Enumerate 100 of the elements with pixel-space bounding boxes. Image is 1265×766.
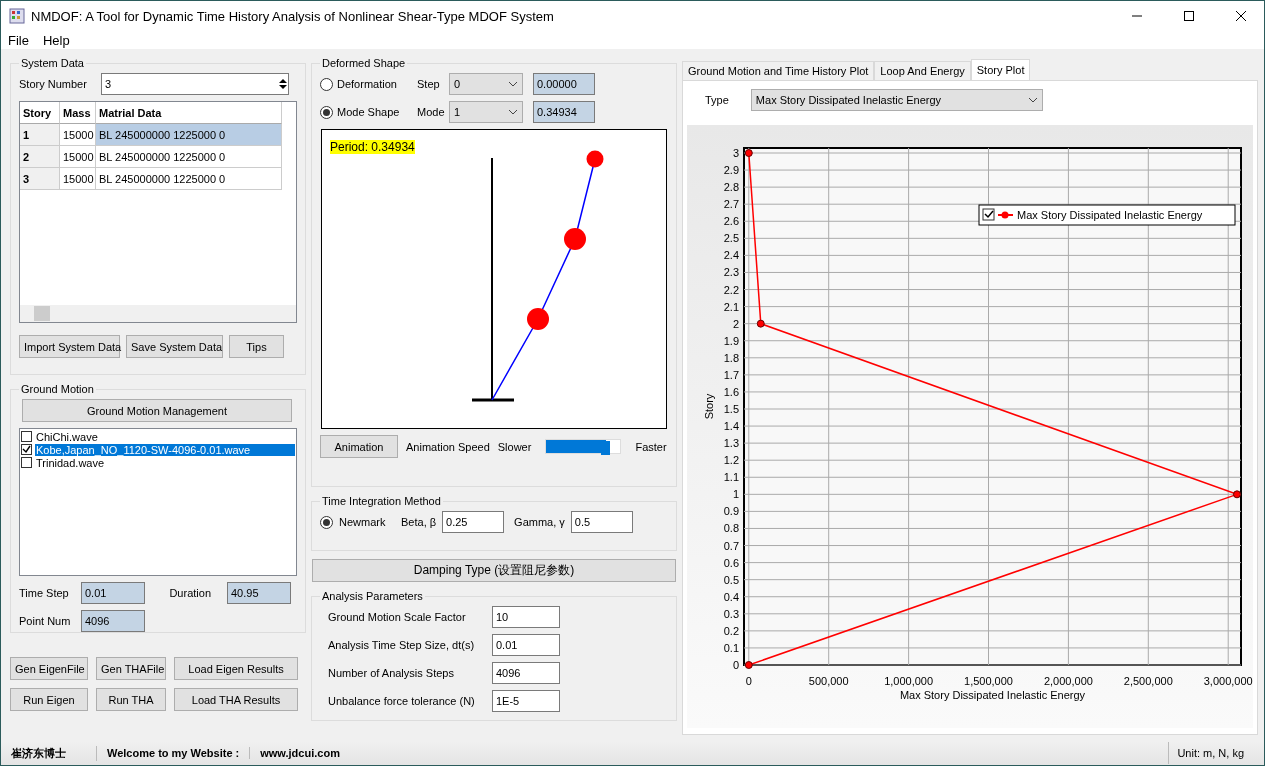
- field-label: Gamma, γ: [514, 516, 565, 529]
- radio-label: Deformation: [337, 78, 398, 91]
- parameter-field[interactable]: 10: [492, 606, 560, 629]
- window-title: NMDOF: A Tool for Dynamic Time History Analysis of Nonlinear Shear-Type MDOF System: [31, 8, 555, 24]
- y-tick-label: 1.5: [723, 403, 739, 416]
- x-tick-label: 2,500,000: [1123, 675, 1173, 688]
- readout-field: 0.00000: [533, 73, 595, 96]
- gamma-field[interactable]: 0.5: [570, 511, 633, 534]
- table-cell: 15000: [60, 146, 96, 169]
- x-tick-label: 1,000,000: [884, 675, 934, 688]
- action-button[interactable]: Run Eigen: [10, 688, 88, 712]
- field-label: Time Step: [19, 587, 70, 600]
- app-icon: [9, 8, 25, 24]
- group-title: Ground Motion: [20, 383, 95, 396]
- radio-button[interactable]: [320, 105, 333, 119]
- slider-thumb[interactable]: [600, 441, 610, 456]
- dropdown[interactable]: 1: [449, 101, 523, 124]
- y-tick-label: 2.9: [723, 164, 739, 177]
- action-button[interactable]: Load THA Results: [174, 688, 298, 712]
- author-label: 崔济东博士: [1, 745, 97, 761]
- caret-icon: [508, 109, 518, 116]
- action-button[interactable]: Load Eigen Results: [174, 657, 298, 681]
- caret-icon: [508, 81, 518, 88]
- animation-button[interactable]: Animation: [320, 435, 398, 459]
- menu-item[interactable]: File: [8, 32, 29, 48]
- x-tick-label: 0: [745, 675, 752, 688]
- y-tick-label: 3: [732, 147, 739, 160]
- checkbox[interactable]: [21, 457, 32, 469]
- point-num-field: 4096: [81, 610, 145, 633]
- group-title: Deformed Shape: [321, 57, 407, 70]
- action-button[interactable]: Gen THAFile: [96, 657, 166, 681]
- units-label: Unit: m, N, kg: [1168, 742, 1264, 765]
- y-tick-label: 1.1: [723, 471, 739, 484]
- table-cell: 1: [20, 124, 60, 147]
- table-cell: BL 245000000 1225000 0: [96, 124, 282, 147]
- y-tick-label: 2.5: [723, 232, 739, 245]
- table-cell: 15000: [60, 124, 96, 147]
- parameter-field[interactable]: 1E-5: [492, 690, 560, 713]
- field-label: Ground Motion Scale Factor: [328, 611, 467, 624]
- website-link[interactable]: www.jdcui.com: [250, 747, 350, 760]
- tab[interactable]: Loop And Energy: [874, 61, 971, 81]
- radio-button[interactable]: [320, 77, 333, 91]
- beta-field[interactable]: 0.25: [442, 511, 505, 534]
- y-tick-label: 2.4: [723, 249, 739, 262]
- field-label: Beta, β: [401, 516, 437, 529]
- table-cell: 3: [20, 168, 60, 191]
- y-tick-label: 1.6: [723, 386, 739, 399]
- y-tick-label: 0.5: [723, 573, 739, 586]
- type-dropdown[interactable]: Max Story Dissipated Inelastic Energy: [750, 89, 1043, 112]
- toolbar-button[interactable]: Import System Data: [19, 335, 120, 359]
- horizontal-scrollbar[interactable]: [20, 305, 296, 323]
- duration-field: 40.95: [227, 582, 291, 605]
- parameter-field[interactable]: 0.01: [492, 634, 560, 657]
- field-label: Type: [705, 94, 729, 107]
- y-tick-label: 2.8: [723, 181, 739, 194]
- story-number-spinner[interactable]: 3: [101, 73, 289, 96]
- field-label: Animation Speed: [406, 440, 490, 453]
- ground-motion-management-button[interactable]: Ground Motion Management: [22, 399, 292, 423]
- tab[interactable]: Ground Motion and Time History Plot: [682, 61, 875, 81]
- speed-slider[interactable]: [545, 439, 622, 455]
- checkbox[interactable]: [21, 444, 32, 456]
- y-tick-label: 0: [732, 659, 739, 672]
- y-tick-label: 2.2: [723, 283, 739, 296]
- checkbox[interactable]: [21, 431, 32, 443]
- data-point: [1233, 490, 1241, 499]
- tab[interactable]: Story Plot: [970, 59, 1031, 81]
- legend-line-icon: [997, 211, 1014, 219]
- action-button[interactable]: Gen EigenFile: [10, 657, 88, 681]
- legend-checkbox[interactable]: [982, 208, 995, 221]
- y-tick-label: 0.9: [723, 505, 739, 518]
- y-tick-label: 2.3: [723, 266, 739, 279]
- y-tick-label: 0.8: [723, 522, 739, 535]
- parameter-field[interactable]: 4096: [492, 662, 560, 685]
- dropdown[interactable]: 0: [449, 73, 523, 96]
- slower-label: Slower: [497, 440, 532, 453]
- y-tick-label: 0.3: [723, 608, 739, 621]
- data-point: [756, 319, 765, 328]
- toolbar-button[interactable]: Save System Data: [126, 335, 223, 359]
- data-point: [744, 661, 753, 670]
- field-label: Duration: [168, 587, 212, 600]
- radio-button[interactable]: [320, 515, 333, 529]
- list-item[interactable]: Kobe,Japan_NO_1120-SW-4096-0.01.wave: [35, 443, 295, 456]
- group-title: System Data: [20, 57, 85, 70]
- y-tick-label: 1.2: [723, 454, 739, 467]
- table-cell: 15000: [60, 168, 96, 191]
- damping-type-button[interactable]: Damping Type (设置阻尼参数): [312, 559, 676, 583]
- toolbar-button[interactable]: Tips: [229, 335, 284, 359]
- field-label: Unbalance force tolerance (N): [328, 695, 476, 708]
- y-tick-label: 1: [732, 488, 739, 501]
- list-item[interactable]: Trinidad.wave: [35, 456, 106, 469]
- menu-item[interactable]: Help: [42, 32, 70, 48]
- close-icon: [1236, 11, 1246, 21]
- y-tick-label: 1.9: [723, 335, 739, 347]
- list-item[interactable]: ChiChi.wave: [35, 430, 99, 443]
- group-title: Time Integration Method: [321, 495, 442, 508]
- x-tick-label: 1,500,000: [964, 675, 1013, 688]
- group-title: Analysis Parameters: [321, 590, 424, 603]
- field-label: Analysis Time Step Size, dt(s): [328, 639, 476, 652]
- y-axis-title: Story: [703, 393, 715, 420]
- action-button[interactable]: Run THA: [96, 688, 166, 712]
